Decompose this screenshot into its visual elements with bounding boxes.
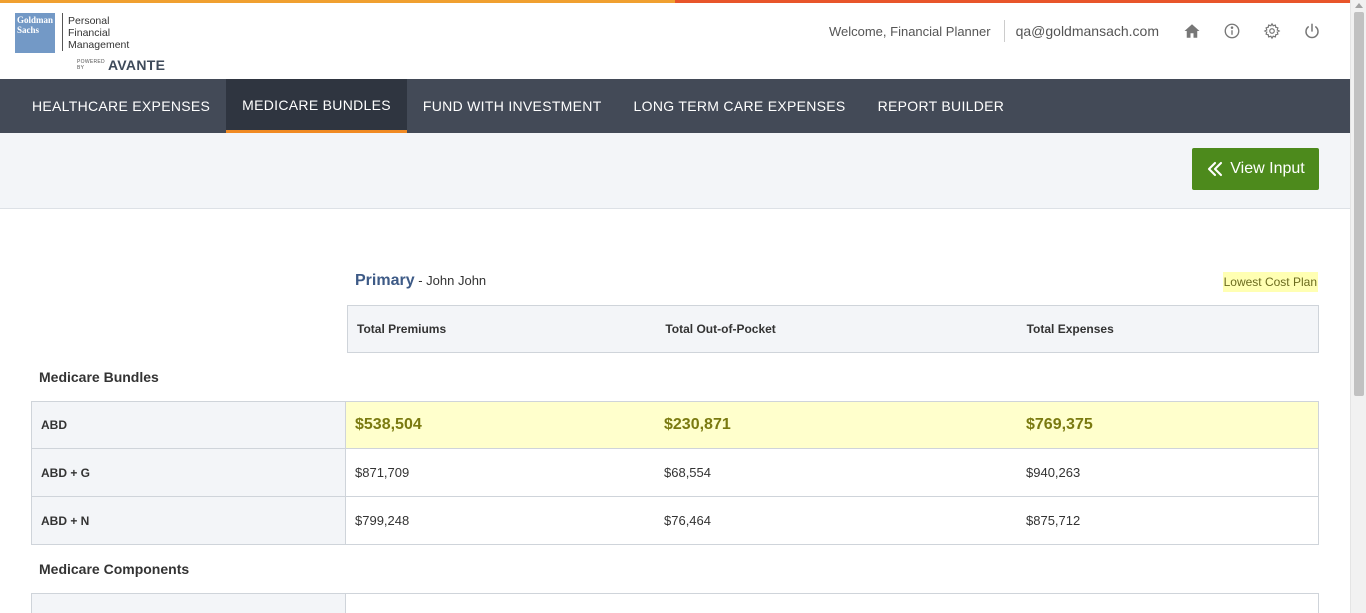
goldman-sachs-logo: Goldman Sachs (15, 13, 55, 53)
tab-medicare-bundles[interactable]: MEDICARE BUNDLES (226, 79, 407, 133)
pfm-line3: Management (68, 39, 130, 51)
tab-long-term-care-expenses[interactable]: LONG TERM CARE EXPENSES (618, 79, 862, 133)
premiums-cell: $871,709 (355, 465, 410, 480)
header-divider (1003, 20, 1005, 42)
header: Goldman Sachs Personal Financial Managem… (0, 3, 1350, 79)
primary-heading: Primary - John John (355, 272, 486, 290)
info-icon[interactable] (1212, 19, 1252, 43)
oop-cell (655, 594, 1017, 613)
row-cells: $871,709 $68,554 $940,263 (346, 449, 1318, 496)
home-icon[interactable] (1172, 19, 1212, 43)
tab-fund-with-investment[interactable]: FUND WITH INVESTMENT (407, 79, 618, 133)
table-row: ABD + G $871,709 $68,554 $940,263 (31, 449, 1319, 497)
oop-cell: $230,871 (664, 416, 731, 433)
main-nav: HEALTHCARE EXPENSES MEDICARE BUNDLES FUN… (0, 79, 1350, 133)
primary-label: Primary (355, 272, 415, 289)
oop-cell: $68,554 (664, 465, 711, 480)
row-label (32, 594, 346, 613)
view-input-button[interactable]: View Input (1192, 148, 1319, 190)
total-cell: $875,712 (1026, 513, 1081, 528)
table-row: ABD $538,504 $230,871 $769,375 (31, 401, 1319, 449)
row-label: ABD + G (32, 449, 346, 496)
main-content: Primary - John John Lowest Cost Plan Tot… (0, 210, 1350, 613)
pfm-line1: Personal (68, 15, 110, 27)
total-cell: $940,263 (1026, 465, 1081, 480)
gs-logo-line2: Sachs (17, 25, 40, 35)
pfm-logo-text: Personal Financial Management (68, 15, 148, 51)
powered-by: POWERED BY AVANTE (77, 57, 165, 73)
toolbar: View Input (0, 133, 1350, 209)
row-cells (346, 594, 1318, 613)
primary-name: - John John (418, 273, 487, 288)
logo-divider (62, 13, 63, 51)
scroll-up-arrow-icon[interactable] (1355, 3, 1363, 8)
column-header: Total Expenses (1026, 322, 1114, 336)
pfm-line2: Financial (68, 27, 111, 39)
total-cell (1017, 594, 1318, 613)
table-header-row: Total Premiums Total Out-of-Pocket Total… (31, 305, 1319, 353)
premiums-cell (346, 594, 655, 613)
header-cells: Total Premiums Total Out-of-Pocket Total… (347, 305, 1319, 353)
table-row (31, 593, 1319, 613)
table-row: ABD + N $799,248 $76,464 $875,712 (31, 497, 1319, 545)
section-title: Medicare Components (39, 561, 190, 577)
total-cell: $769,375 (1026, 416, 1093, 433)
header-user-area: Welcome, Financial Planner qa@goldmansac… (829, 19, 1332, 43)
tab-report-builder[interactable]: REPORT BUILDER (862, 79, 1021, 133)
row-cells: $538,504 $230,871 $769,375 (346, 402, 1318, 448)
view-input-label: View Input (1230, 160, 1305, 177)
row-label: ABD (32, 402, 346, 448)
power-icon[interactable] (1292, 19, 1332, 43)
user-email: qa@goldmansach.com (1015, 23, 1159, 39)
header-spacer (31, 305, 347, 353)
row-label: ABD + N (32, 497, 346, 544)
scrollbar-thumb[interactable] (1354, 12, 1364, 396)
double-chevron-left-icon (1208, 161, 1223, 177)
premiums-cell: $799,248 (355, 513, 410, 528)
bundles-table: Total Premiums Total Out-of-Pocket Total… (31, 305, 1319, 613)
column-header: Total Premiums (357, 322, 447, 336)
avante-logo: AVANTE (107, 57, 166, 73)
gs-logo-line1: Goldman (17, 15, 54, 25)
row-cells: $799,248 $76,464 $875,712 (346, 497, 1318, 544)
welcome-text: Welcome, Financial Planner (828, 23, 991, 39)
tab-healthcare-expenses[interactable]: HEALTHCARE EXPENSES (0, 79, 226, 133)
section-title: Medicare Bundles (39, 369, 159, 385)
lowest-cost-plan-legend: Lowest Cost Plan (1222, 272, 1318, 292)
oop-cell: $76,464 (664, 513, 711, 528)
page-scrollbar[interactable] (1350, 0, 1366, 613)
premiums-cell: $538,504 (355, 416, 422, 433)
column-header: Total Out-of-Pocket (665, 322, 776, 336)
gear-icon[interactable] (1252, 19, 1292, 43)
powered-by-text: POWERED BY (77, 59, 105, 71)
